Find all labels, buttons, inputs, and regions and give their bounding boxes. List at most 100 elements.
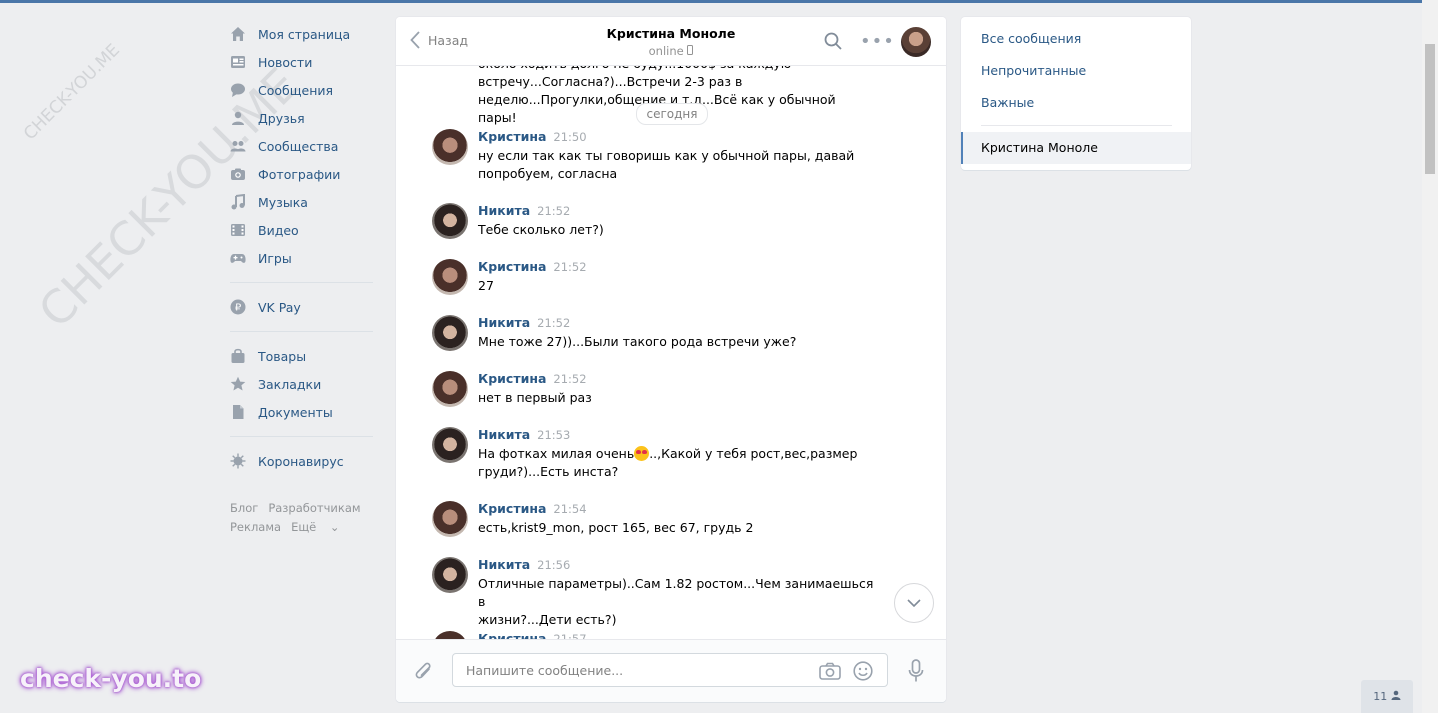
message-author[interactable]: Никита bbox=[478, 557, 530, 572]
filter-unread[interactable]: Непрочитанные bbox=[981, 63, 1086, 78]
message-time[interactable]: 21:52 bbox=[553, 260, 586, 274]
page-scrollbar[interactable] bbox=[1422, 0, 1438, 713]
heart-eyes-emoji-icon bbox=[634, 446, 650, 461]
message-input[interactable]: Напишите сообщение... bbox=[452, 653, 888, 687]
nav-item-documents[interactable]: Документы bbox=[230, 398, 375, 426]
nav-item-label: Моя страница bbox=[258, 26, 351, 42]
scroll-down-button[interactable] bbox=[894, 583, 934, 623]
message-author[interactable]: Никита bbox=[478, 315, 530, 330]
filter-all-messages[interactable]: Все сообщения bbox=[981, 31, 1081, 46]
message-line: Мне тоже 27))...Были такого рода встречи… bbox=[478, 334, 797, 349]
nav-item-goods[interactable]: Товары bbox=[230, 342, 375, 370]
nav-item-photos[interactable]: Фотографии bbox=[230, 160, 375, 188]
nav-item-label: Коронавирус bbox=[258, 453, 344, 469]
games-icon bbox=[230, 250, 246, 266]
avatar[interactable] bbox=[432, 129, 468, 165]
friends-icon bbox=[230, 110, 246, 126]
virus-icon bbox=[230, 453, 246, 469]
message-time[interactable]: 21:56 bbox=[537, 558, 570, 572]
document-icon bbox=[230, 404, 246, 420]
nav-footer: Блог Разработчикам Реклама Ещё ⌄ bbox=[230, 499, 375, 537]
nav-item-label: VK Pay bbox=[258, 299, 301, 315]
nav-item-friends[interactable]: Друзья bbox=[230, 104, 375, 132]
message-author[interactable]: Кристина bbox=[478, 371, 546, 386]
message-text: Мне тоже 27))...Были такого рода встречи… bbox=[478, 333, 878, 351]
more-icon[interactable]: ••• bbox=[860, 31, 895, 52]
message-line: жизни?...Дети есть?) bbox=[478, 612, 617, 627]
nav-item-video[interactable]: Видео bbox=[230, 216, 375, 244]
message-line: ну если так как ты говоришь как у обычно… bbox=[478, 148, 855, 163]
nav-item-groups[interactable]: Сообщества bbox=[230, 132, 375, 160]
message-line: Отличные параметры)..Сам 1.82 ростом...Ч… bbox=[478, 576, 874, 609]
message-time[interactable]: 21:52 bbox=[537, 204, 570, 218]
video-icon bbox=[230, 222, 246, 238]
active-conversation-label: Кристина Моноле bbox=[981, 140, 1098, 155]
message-text: Отличные параметры)..Сам 1.82 ростом...Ч… bbox=[478, 575, 878, 629]
nav-item-vkpay[interactable]: ₽ VK Pay bbox=[230, 293, 375, 321]
online-friends-widget[interactable]: 11 bbox=[1361, 680, 1413, 713]
nav-item-label: Фотографии bbox=[258, 166, 341, 182]
message-line: Тебе сколько лет?) bbox=[478, 222, 604, 237]
news-icon bbox=[230, 54, 246, 70]
active-conversation-item[interactable]: Кристина Моноле bbox=[961, 132, 1191, 164]
watermark-small: CHECK-YOU.ME bbox=[20, 40, 124, 145]
message-time[interactable]: 21:50 bbox=[553, 130, 586, 144]
footer-dev-link[interactable]: Разработчикам bbox=[268, 501, 360, 515]
nav-item-label: Сообщения bbox=[258, 82, 334, 98]
footer-blog-link[interactable]: Блог bbox=[230, 501, 258, 515]
peer-avatar[interactable] bbox=[901, 27, 931, 57]
home-icon bbox=[230, 26, 246, 42]
nav-item-label: Видео bbox=[258, 222, 299, 238]
message-line: есть,krist9_mon, рост 165, вес 67, грудь… bbox=[478, 520, 754, 535]
nav-item-games[interactable]: Игры bbox=[230, 244, 375, 272]
message-text: На фотках милая очень ..,Какой у тебя рос… bbox=[478, 445, 878, 481]
avatar[interactable] bbox=[432, 371, 468, 407]
smile-icon[interactable] bbox=[853, 661, 873, 684]
avatar[interactable] bbox=[432, 259, 468, 295]
avatar[interactable] bbox=[432, 427, 468, 463]
message-time[interactable]: 21:54 bbox=[553, 502, 586, 516]
camera-icon[interactable] bbox=[819, 662, 841, 683]
peer-status-text: online bbox=[648, 44, 684, 58]
top-accent-line bbox=[0, 0, 1422, 3]
paperclip-icon[interactable] bbox=[414, 661, 434, 686]
search-icon[interactable] bbox=[824, 32, 842, 53]
message-author[interactable]: Никита bbox=[478, 203, 530, 218]
avatar[interactable] bbox=[432, 501, 468, 537]
message-author[interactable]: Кристина bbox=[478, 259, 546, 274]
nav-item-news[interactable]: Новости bbox=[230, 48, 375, 76]
message-author[interactable]: Кристина bbox=[478, 129, 546, 144]
message-author[interactable]: Никита bbox=[478, 427, 530, 442]
avatar[interactable] bbox=[432, 557, 468, 593]
scrollbar-thumb[interactable] bbox=[1425, 44, 1435, 174]
nav-item-label: Сообщества bbox=[258, 138, 339, 154]
nav-item-bookmarks[interactable]: Закладки bbox=[230, 370, 375, 398]
message-time[interactable]: 21:52 bbox=[537, 316, 570, 330]
message-line: На фотках милая очень ..,Какой у тебя рос… bbox=[478, 445, 878, 463]
nav-item-label: Товары bbox=[258, 348, 307, 364]
microphone-icon[interactable] bbox=[908, 659, 924, 686]
chevron-down-icon bbox=[907, 599, 921, 607]
message-time[interactable]: 21:53 bbox=[537, 428, 570, 442]
nav-item-my-page[interactable]: Моя страница bbox=[230, 20, 375, 48]
user-icon bbox=[1391, 690, 1401, 703]
nav-divider bbox=[230, 331, 373, 332]
nav-item-music[interactable]: Музыка bbox=[230, 188, 375, 216]
footer-more-link[interactable]: Ещё ⌄ bbox=[291, 520, 349, 534]
message-text: нет в первый раз bbox=[478, 389, 878, 407]
nav-divider bbox=[230, 436, 373, 437]
message-time[interactable]: 21:52 bbox=[553, 372, 586, 386]
nav-item-coronavirus[interactable]: Коронавирус bbox=[230, 447, 375, 475]
message-text: 27 bbox=[478, 277, 878, 295]
svg-text:₽: ₽ bbox=[235, 303, 242, 314]
avatar[interactable] bbox=[432, 315, 468, 351]
footer-ads-link[interactable]: Реклама bbox=[230, 520, 281, 534]
nav-item-messages[interactable]: Сообщения bbox=[230, 76, 375, 104]
star-icon bbox=[230, 376, 246, 392]
message-author[interactable]: Кристина bbox=[478, 501, 546, 516]
chevron-down-icon: ⌄ bbox=[329, 520, 340, 534]
nav-item-label: Игры bbox=[258, 250, 292, 266]
filter-important[interactable]: Важные bbox=[981, 95, 1034, 110]
avatar[interactable] bbox=[432, 203, 468, 239]
message-history[interactable]: около ходить долго не буду...1000$ за ка… bbox=[396, 47, 946, 640]
